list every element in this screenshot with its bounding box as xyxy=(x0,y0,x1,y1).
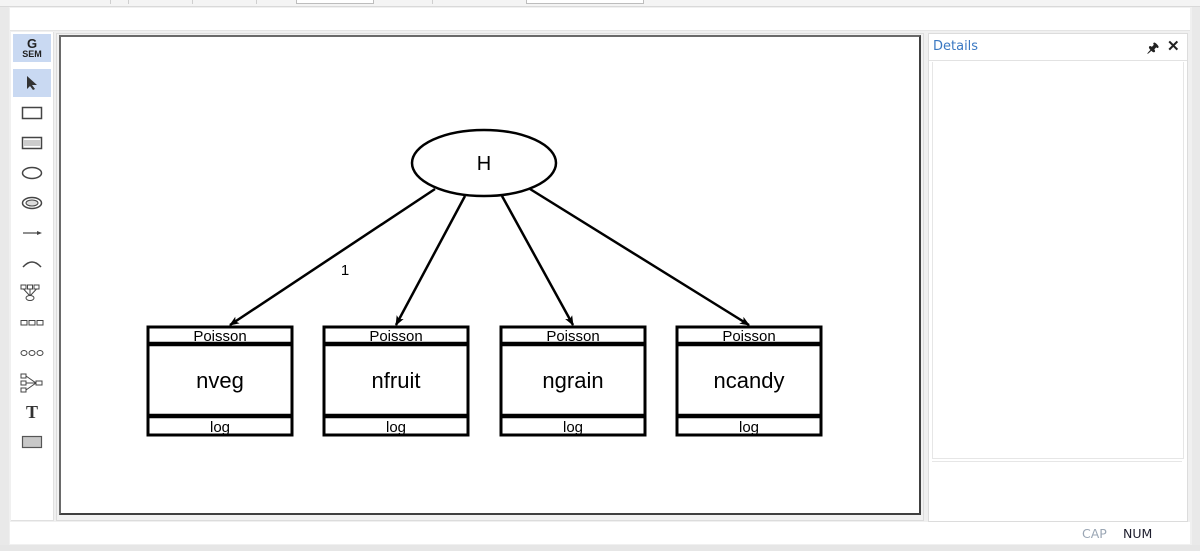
select-tool[interactable] xyxy=(13,69,51,97)
link-label: log xyxy=(210,419,230,436)
window-left-edge xyxy=(0,0,9,551)
arrow-right-icon xyxy=(23,231,42,235)
gsem-logo-sem: SEM xyxy=(22,49,42,59)
measurement-component-tool[interactable] xyxy=(13,279,51,307)
observed-variable-ngrain[interactable]: Poisson ngrain log xyxy=(499,325,647,437)
double-ellipse-icon xyxy=(21,196,43,210)
details-panel: Details 🖈︎ ✕ xyxy=(928,33,1188,522)
latent-variable-H[interactable]: H xyxy=(410,128,558,198)
toolbar-separator xyxy=(110,0,111,4)
link-label: log xyxy=(739,419,759,436)
pointer-arrow-icon xyxy=(27,76,37,90)
details-description-area xyxy=(932,461,1182,518)
three-rectangles-icon xyxy=(20,320,44,326)
toolbar-combo[interactable] xyxy=(296,0,374,4)
toolbar-combo[interactable] xyxy=(526,0,644,4)
family-label: Poisson xyxy=(369,328,422,345)
regression-component-tool[interactable] xyxy=(13,369,51,397)
path-diagram: H 1 PoissonnveglogPoissonnfruitlogPoisso… xyxy=(146,128,823,437)
path-H-to-ngrain[interactable] xyxy=(500,195,575,326)
observed-variable-nfruit[interactable]: Poisson nfruit log xyxy=(322,325,470,437)
link-label: log xyxy=(386,419,406,436)
measurement-tree-icon xyxy=(20,284,40,301)
contextual-toolbar xyxy=(10,8,1190,31)
path-H-to-nveg[interactable] xyxy=(229,187,436,327)
family-label: Poisson xyxy=(722,328,775,345)
main-toolbar xyxy=(0,0,1200,7)
close-icon[interactable]: ✕ xyxy=(1167,37,1180,55)
toolbar-separator xyxy=(256,0,257,4)
toolbar-separator xyxy=(192,0,193,4)
path-H-to-nfruit[interactable] xyxy=(394,195,467,326)
banded-rectangle-icon xyxy=(21,136,43,150)
generalized-response-tool[interactable] xyxy=(13,129,51,157)
observed-set-tool[interactable] xyxy=(13,309,51,337)
pin-icon[interactable]: 🖈︎ xyxy=(1147,39,1159,61)
details-properties-area xyxy=(932,62,1184,459)
regression-fan-icon xyxy=(20,373,43,393)
text-tool[interactable]: T xyxy=(13,398,51,426)
latent-variable-tool[interactable] xyxy=(13,159,51,187)
family-label: Poisson xyxy=(546,328,599,345)
observed-variable-nveg[interactable]: Poisson nveg log xyxy=(146,325,294,437)
variable-name: nfruit xyxy=(372,368,421,393)
variable-name: ngrain xyxy=(542,368,603,393)
status-bar: CAP NUM xyxy=(10,522,1190,544)
caps-lock-indicator: CAP xyxy=(1082,526,1107,541)
link-label: log xyxy=(563,419,583,436)
area-tool[interactable] xyxy=(13,428,51,456)
variable-name: ncandy xyxy=(714,368,785,393)
latent-set-tool[interactable] xyxy=(13,339,51,367)
covariance-tool[interactable] xyxy=(13,249,51,277)
details-header: Details 🖈︎ ✕ xyxy=(929,34,1187,61)
multilevel-latent-tool[interactable] xyxy=(13,189,51,217)
variable-name: nveg xyxy=(196,368,244,393)
filled-rectangle-icon xyxy=(21,435,43,449)
path-constraint-label: 1 xyxy=(341,262,349,279)
window-right-edge xyxy=(1192,0,1200,551)
observed-variable-ncandy[interactable]: Poisson ncandy log xyxy=(675,325,823,437)
tool-palette: G SEM T xyxy=(11,32,54,521)
details-title: Details xyxy=(933,39,979,54)
path-tool[interactable] xyxy=(13,219,51,247)
ellipse-icon xyxy=(21,166,43,180)
gsem-logo[interactable]: G SEM xyxy=(13,34,51,62)
text-T-icon: T xyxy=(25,401,38,422)
diagram-canvas[interactable]: H 1 Poisson nveg log Poisson nfruit log Poisso… xyxy=(59,35,921,515)
observed-variable-tool[interactable] xyxy=(13,99,51,127)
curved-arc-icon xyxy=(22,261,42,268)
num-lock-indicator: NUM xyxy=(1123,526,1153,541)
toolbar-separator xyxy=(432,0,433,4)
latent-label: H xyxy=(477,153,491,175)
toolbar-separator xyxy=(128,0,129,4)
window-bottom-edge xyxy=(0,545,1200,551)
three-ellipses-icon xyxy=(20,350,44,356)
rectangle-icon xyxy=(21,106,43,120)
family-label: Poisson xyxy=(193,328,246,345)
